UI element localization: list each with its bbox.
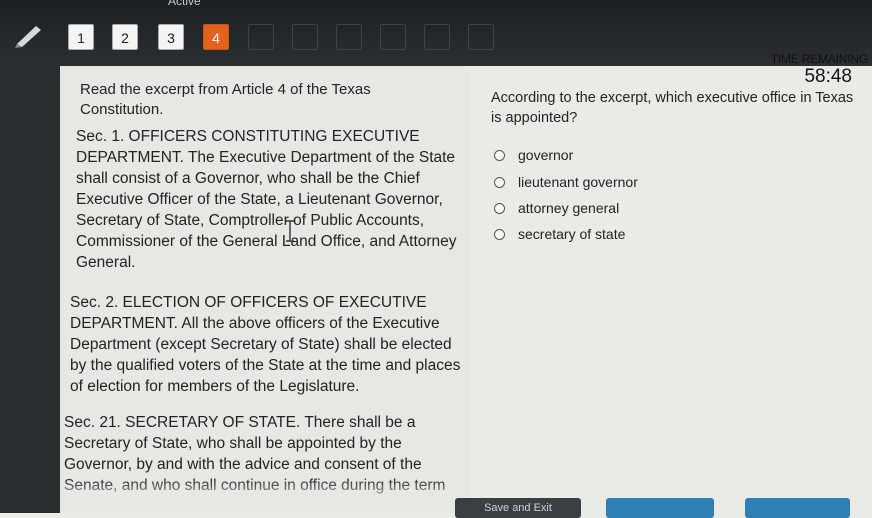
pencil-icon[interactable]	[14, 22, 44, 48]
passage-intro: Read the excerpt from Article 4 of the T…	[80, 81, 371, 118]
choice-label: attorney general	[518, 200, 620, 216]
question-slot	[380, 24, 406, 50]
radio-button[interactable]	[494, 149, 505, 161]
question-2-button[interactable]: 2	[112, 24, 138, 50]
passage-section-2: Sec. 2. ELECTION OF OFFICERS OF EXECUTIV…	[70, 294, 461, 395]
question-slot	[424, 24, 450, 50]
question-slot	[468, 24, 494, 50]
save-and-exit-button[interactable]: Save and Exit	[455, 498, 581, 518]
choice-label: secretary of state	[518, 226, 626, 242]
radio-button[interactable]	[494, 228, 505, 240]
question-prompt: According to the excerpt, which executiv…	[491, 90, 854, 126]
radio-button[interactable]	[494, 202, 505, 214]
question-slot	[336, 24, 362, 50]
choice-governor[interactable]: governor	[494, 145, 573, 165]
radio-button[interactable]	[494, 176, 505, 188]
choice-secretary-of-state[interactable]: secretary of state	[494, 224, 625, 244]
question-4-button[interactable]: 4	[203, 24, 229, 50]
left-sidebar	[0, 66, 60, 513]
choice-lieutenant-governor[interactable]: lieutenant governor	[494, 172, 638, 192]
next-button[interactable]	[606, 498, 714, 518]
time-remaining-value: 58:48	[804, 66, 852, 87]
choice-label: governor	[518, 147, 574, 163]
question-slot	[292, 24, 318, 50]
time-remaining-label: TIME REMAINING	[770, 52, 868, 66]
question-slot	[248, 24, 274, 50]
question-3-button[interactable]: 3	[158, 24, 184, 50]
submit-button[interactable]	[745, 498, 850, 518]
passage-section-1: Sec. 1. OFFICERS CONSTITUTING EXECUTIVE …	[76, 128, 457, 271]
choice-label: lieutenant governor	[518, 174, 638, 190]
status-text: Active	[168, 0, 201, 8]
choice-attorney-general[interactable]: attorney general	[494, 198, 619, 218]
passage-fade	[60, 478, 470, 513]
text-cursor-icon	[286, 220, 294, 242]
question-1-button[interactable]: 1	[68, 24, 94, 50]
question-pane	[470, 66, 872, 513]
